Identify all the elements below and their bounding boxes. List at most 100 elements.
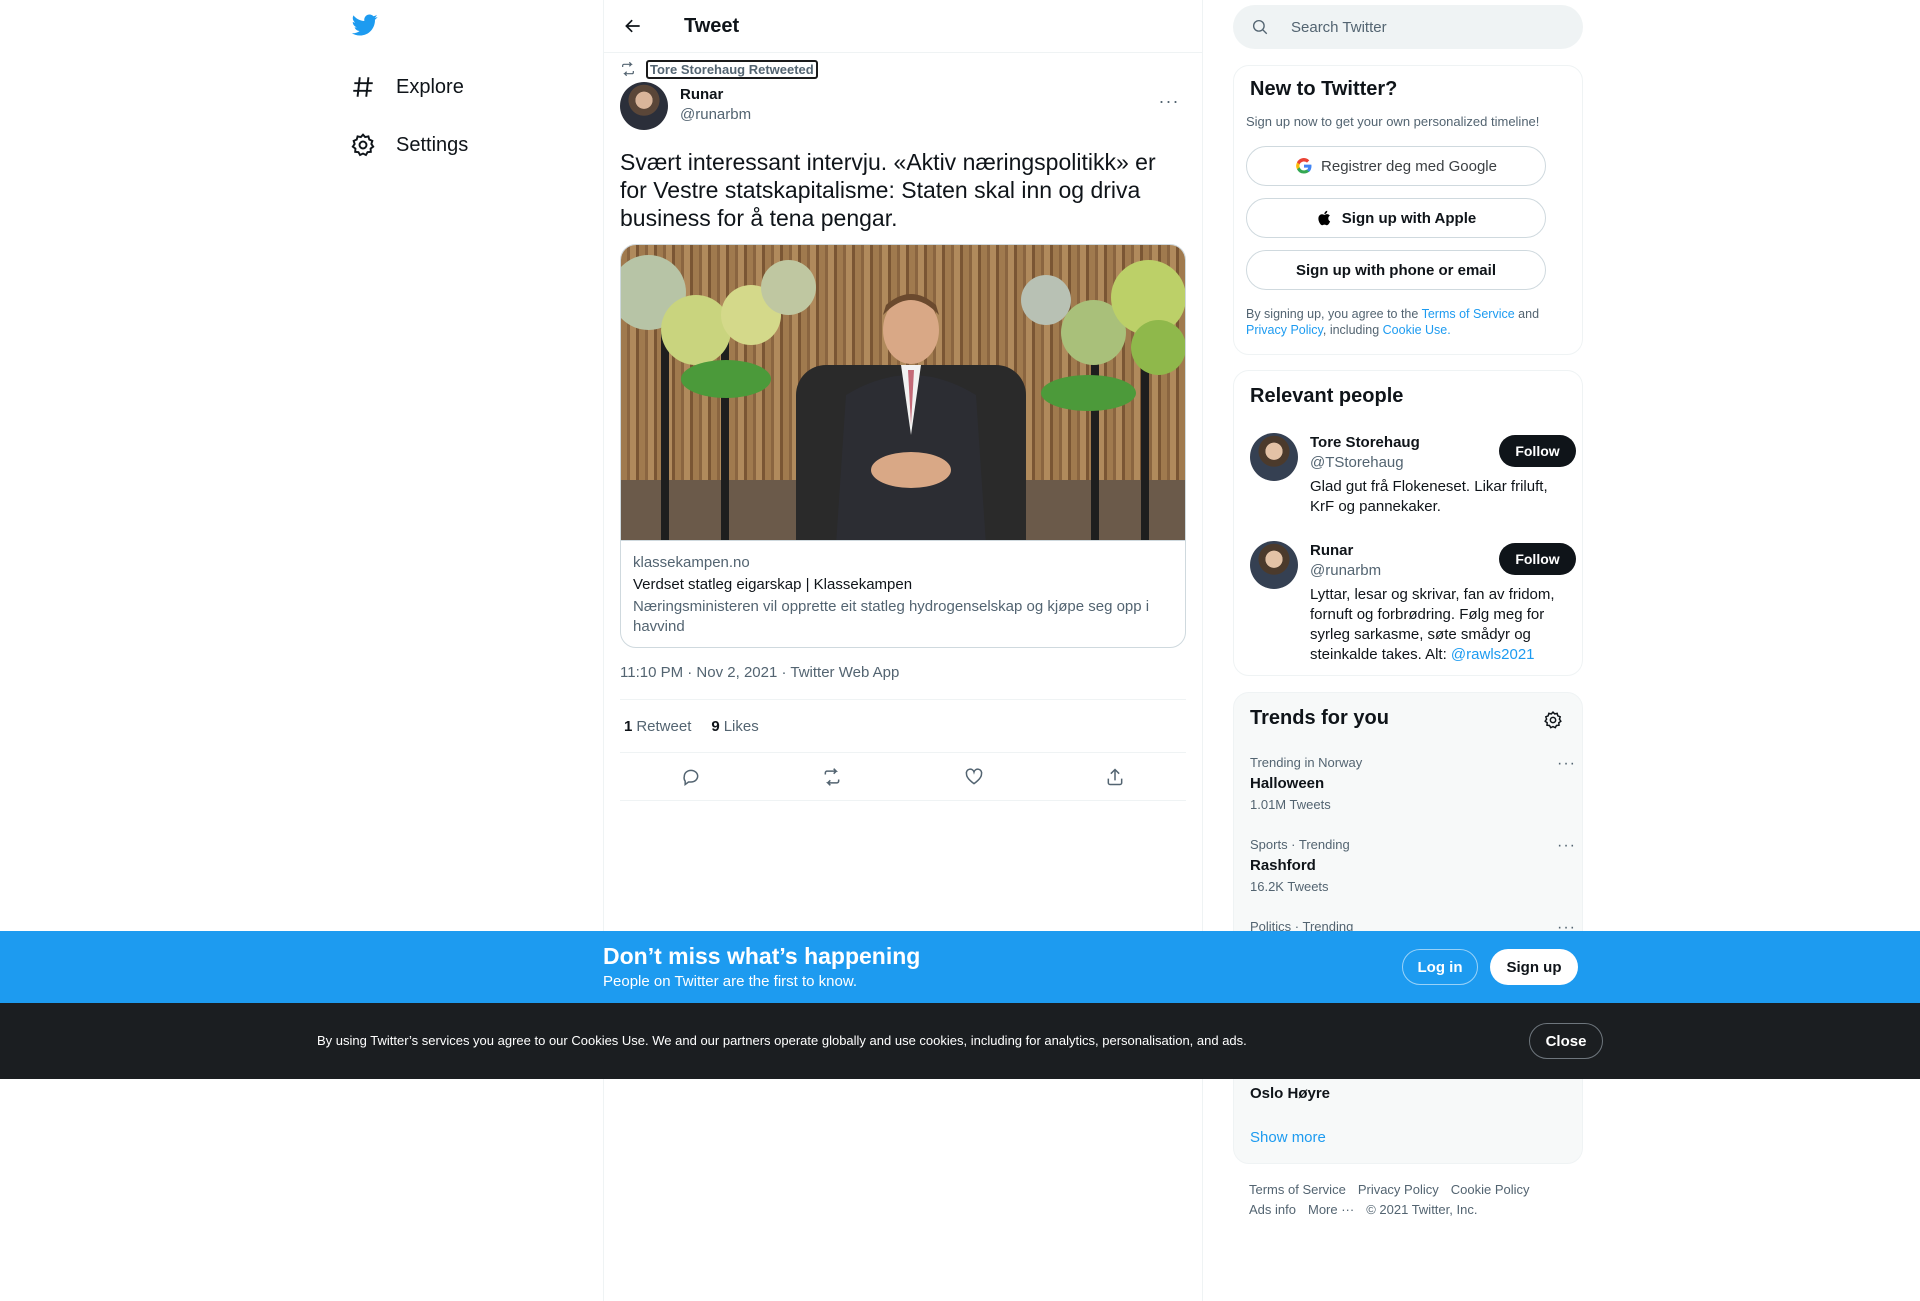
footer-ads-link[interactable]: Ads info <box>1249 1202 1296 1217</box>
cookie-close-button[interactable]: Close <box>1529 1023 1603 1059</box>
likes-stat[interactable]: 9 Likes <box>711 718 758 735</box>
gear-icon <box>1544 710 1562 729</box>
phone-email-signup-button[interactable]: Sign up with phone or email <box>1246 250 1546 290</box>
more-options-button[interactable]: ··· <box>1152 84 1186 118</box>
person-bio: Glad gut frå Flokeneset. Likar friluft, … <box>1310 478 1548 515</box>
signup-button[interactable]: Sign up <box>1490 949 1578 985</box>
privacy-policy-link[interactable]: Privacy Policy <box>1246 323 1323 337</box>
search-input[interactable] <box>1291 18 1551 36</box>
cookie-use-link[interactable]: Cookie Use. <box>1383 323 1451 337</box>
trend-context: Trending in Norway <box>1250 755 1363 770</box>
avatar[interactable] <box>620 82 668 130</box>
trend-name: Halloween <box>1250 775 1325 792</box>
main-header: Tweet <box>604 0 1202 53</box>
signup-banner: Don’t miss what’s happening People on Tw… <box>0 931 1920 1003</box>
relevant-people-panel: Relevant people Tore Storehaug @TStoreha… <box>1233 370 1583 676</box>
apple-icon <box>1318 210 1330 226</box>
terms-of-service-link[interactable]: Terms of Service <box>1422 307 1515 321</box>
retweet-icon <box>622 61 634 77</box>
footer-cookie-link[interactable]: Cookie Policy <box>1451 1182 1530 1197</box>
show-more-link[interactable]: Show more <box>1250 1129 1326 1146</box>
like-button[interactable] <box>957 760 991 794</box>
nav-settings-label: Settings <box>396 133 469 156</box>
apple-signup-label: Sign up with Apple <box>1341 209 1477 227</box>
avatar[interactable] <box>1250 433 1298 481</box>
tweet-actions <box>620 753 1186 801</box>
cookie-banner: By using Twitter’s services you agree to… <box>0 1003 1920 1079</box>
trend-more-button[interactable]: ··· <box>1557 837 1576 855</box>
cookie-banner-text: By using Twitter’s services you agree to… <box>317 1033 1247 1048</box>
retweet-button[interactable] <box>815 760 849 794</box>
google-signup-button[interactable]: Registrer deg med Google <box>1246 146 1546 186</box>
back-button[interactable] <box>616 9 650 43</box>
person-bio: Lyttar, lesar og skrivar, fan av fridom,… <box>1310 585 1565 665</box>
link-card[interactable]: klassekampen.no Verdset statleg eigarska… <box>620 244 1186 648</box>
retweet-context: Tore Storehaug Retweeted <box>620 56 1186 82</box>
phone-email-signup-label: Sign up with phone or email <box>1295 261 1496 279</box>
follow-button[interactable]: Follow <box>1499 435 1576 467</box>
tweet-timestamp[interactable]: 11:10 PM · Nov 2, 2021 · Twitter Web App <box>620 664 1186 700</box>
gear-icon <box>351 133 375 157</box>
trend-context: Sports · Trending <box>1250 837 1350 852</box>
terms-text-1: By signing up, you agree to the <box>1246 307 1422 321</box>
tweet-text: Svært interessant intervju. «Aktiv nærin… <box>620 149 1156 231</box>
search-bar[interactable] <box>1233 5 1583 49</box>
signup-terms: By signing up, you agree to the Terms of… <box>1246 306 1566 338</box>
avatar[interactable] <box>1250 541 1298 589</box>
trend-name: Rashford <box>1250 857 1316 874</box>
trend-more-button[interactable]: ··· <box>1557 755 1576 773</box>
retweets-count: 1 <box>624 717 633 735</box>
tweet-author: Runar @runarbm ··· <box>620 82 1186 130</box>
trend-item[interactable]: Sports · Trending Rashford 16.2K Tweets … <box>1250 837 1575 895</box>
tweet-stats: 1 Retweet 9 Likes <box>620 700 1186 753</box>
person-handle[interactable]: @runarbm <box>1310 561 1381 581</box>
heart-icon <box>965 767 983 785</box>
person-handle[interactable]: @TStorehaug <box>1310 453 1404 473</box>
retweeted-by-link[interactable]: Tore Storehaug Retweeted <box>646 59 818 79</box>
tweet: Tore Storehaug Retweeted Runar @runarbm … <box>604 56 1202 801</box>
twitter-logo-icon[interactable] <box>350 12 386 42</box>
trend-item[interactable]: Trending in Norway Halloween 1.01M Tweet… <box>1250 755 1575 813</box>
terms-text-3: , including <box>1322 323 1383 337</box>
trends-settings-button[interactable] <box>1538 705 1568 735</box>
apple-signup-button[interactable]: Sign up with Apple <box>1246 198 1546 238</box>
person-name[interactable]: Runar <box>1310 541 1353 561</box>
likes-count: 9 <box>711 717 720 735</box>
new-to-twitter-title: New to Twitter? <box>1250 78 1398 100</box>
arrow-left-icon <box>625 19 640 33</box>
trend-count: 1.01M Tweets <box>1250 797 1331 812</box>
footer-copyright: © 2021 Twitter, Inc. <box>1366 1202 1478 1217</box>
new-to-twitter-subtitle: Sign up now to get your own personalized… <box>1246 114 1540 129</box>
footer-terms-link[interactable]: Terms of Service <box>1249 1182 1346 1197</box>
page-title: Tweet <box>684 14 740 37</box>
card-description: Næringsministeren vil opprette eit statl… <box>633 598 1150 635</box>
footer-links: Terms of Service Privacy Policy Cookie Pol… <box>1249 1180 1569 1220</box>
share-button[interactable] <box>1098 760 1132 794</box>
search-icon <box>1252 19 1268 35</box>
login-button[interactable]: Log in <box>1402 949 1478 985</box>
author-name[interactable]: Runar <box>680 85 751 105</box>
card-domain: klassekampen.no <box>633 554 750 571</box>
person-photo <box>836 294 986 540</box>
hashtag-icon <box>353 77 373 97</box>
card-title: Verdset statleg eigarskap | Klassekampen <box>633 576 913 593</box>
retweets-label: Retweet <box>636 717 692 735</box>
reply-button[interactable] <box>674 760 708 794</box>
footer-privacy-link[interactable]: Privacy Policy <box>1358 1182 1439 1197</box>
follow-button[interactable]: Follow <box>1499 543 1576 575</box>
footer-more-link[interactable]: More ··· <box>1308 1202 1354 1217</box>
person-name[interactable]: Tore Storehaug <box>1310 433 1420 453</box>
trend-name: Oslo Høyre <box>1250 1085 1331 1102</box>
main-column: Tweet Tore Storehaug Retweeted Runar @ru… <box>603 0 1203 1301</box>
nav-explore[interactable]: Explore <box>350 65 464 109</box>
author-handle[interactable]: @runarbm <box>680 105 751 125</box>
trend-count: 16.2K Tweets <box>1250 879 1329 894</box>
trend-item[interactable]: Oslo Høyre <box>1250 1081 1570 1104</box>
bio-mention-link[interactable]: @rawls2021 <box>1451 646 1535 663</box>
google-icon <box>1296 158 1312 174</box>
retweets-stat[interactable]: 1 Retweet <box>624 718 691 735</box>
relevant-people-title: Relevant people <box>1250 385 1404 407</box>
terms-text-2: and <box>1514 307 1540 321</box>
share-icon <box>1107 767 1123 785</box>
nav-settings[interactable]: Settings <box>350 123 468 167</box>
